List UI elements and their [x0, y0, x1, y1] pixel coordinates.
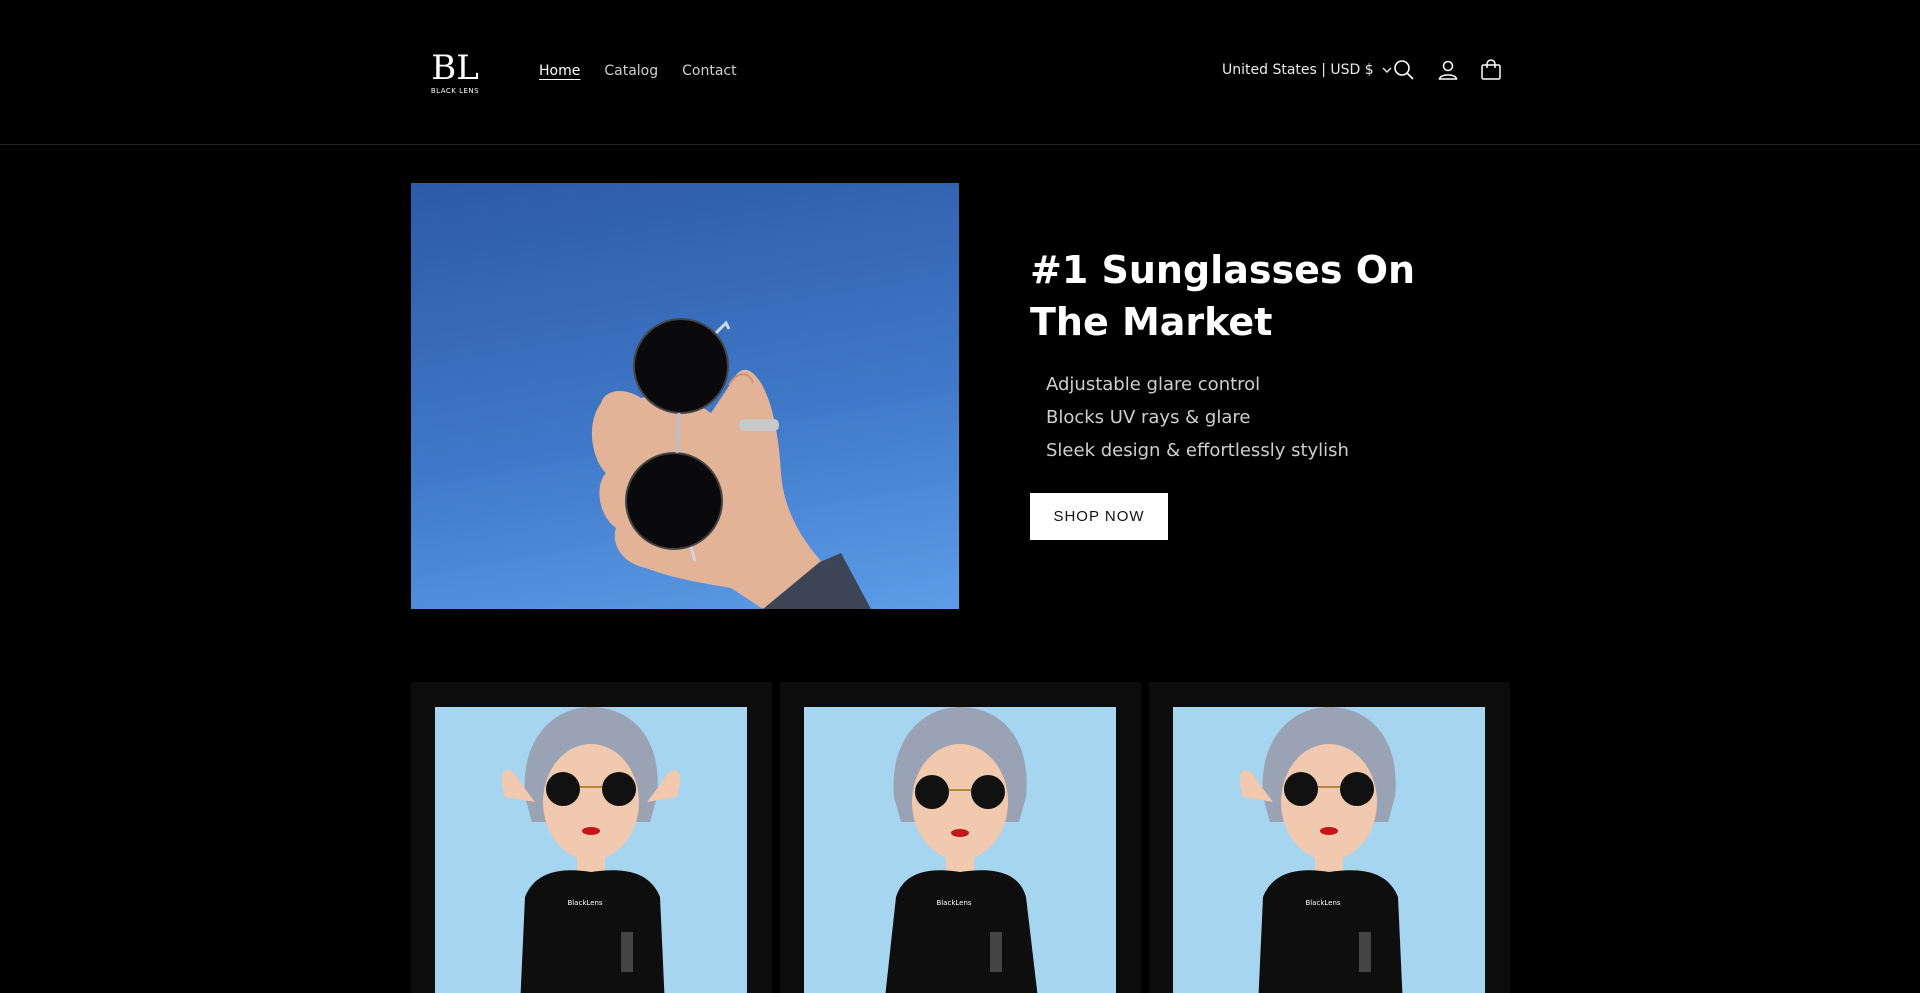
brand-logo[interactable]: BL BLACK LENS [428, 47, 482, 99]
main-nav: Home Catalog Contact [539, 63, 737, 79]
product-image[interactable]: BlackLens [1173, 707, 1485, 993]
country-selector-label: United States | USD $ [1222, 62, 1374, 78]
cart-icon[interactable] [1479, 58, 1503, 82]
product-image[interactable]: BlackLens [804, 707, 1116, 993]
shop-now-button[interactable]: SHOP NOW [1030, 493, 1168, 540]
svg-text:BL: BL [431, 48, 479, 87]
account-icon[interactable] [1436, 58, 1460, 82]
svg-text:BlackLens: BlackLens [567, 899, 602, 907]
search-icon[interactable] [1392, 58, 1416, 82]
product-card[interactable]: BlackLens [411, 682, 772, 993]
feature-item: Blocks UV rays & glare [1046, 407, 1251, 428]
product-card[interactable]: BlackLens [1149, 682, 1510, 993]
hero-image [411, 183, 959, 609]
svg-text:BlackLens: BlackLens [936, 899, 971, 907]
feature-item: Sleek design & effortlessly stylish [1046, 440, 1349, 461]
product-image[interactable]: BlackLens [435, 707, 747, 993]
product-card[interactable]: BlackLens [780, 682, 1141, 993]
hero-title: #1 Sunglasses On The Market [1030, 248, 1416, 344]
nav-item-home[interactable]: Home [539, 63, 580, 79]
feature-item: Adjustable glare control [1046, 374, 1261, 395]
chevron-down-icon [1382, 62, 1392, 78]
feature-list: Adjustable glare control Blocks UV rays … [1046, 368, 1349, 467]
site-header: BL BLACK LENS Home Catalog Contact Unite… [0, 0, 1920, 145]
country-currency-selector[interactable]: United States | USD $ [1222, 62, 1392, 78]
nav-item-catalog[interactable]: Catalog [604, 63, 658, 79]
nav-item-contact[interactable]: Contact [682, 63, 736, 79]
svg-text:BlackLens: BlackLens [1305, 899, 1340, 907]
brand-logo-text: BLACK LENS [430, 87, 480, 95]
